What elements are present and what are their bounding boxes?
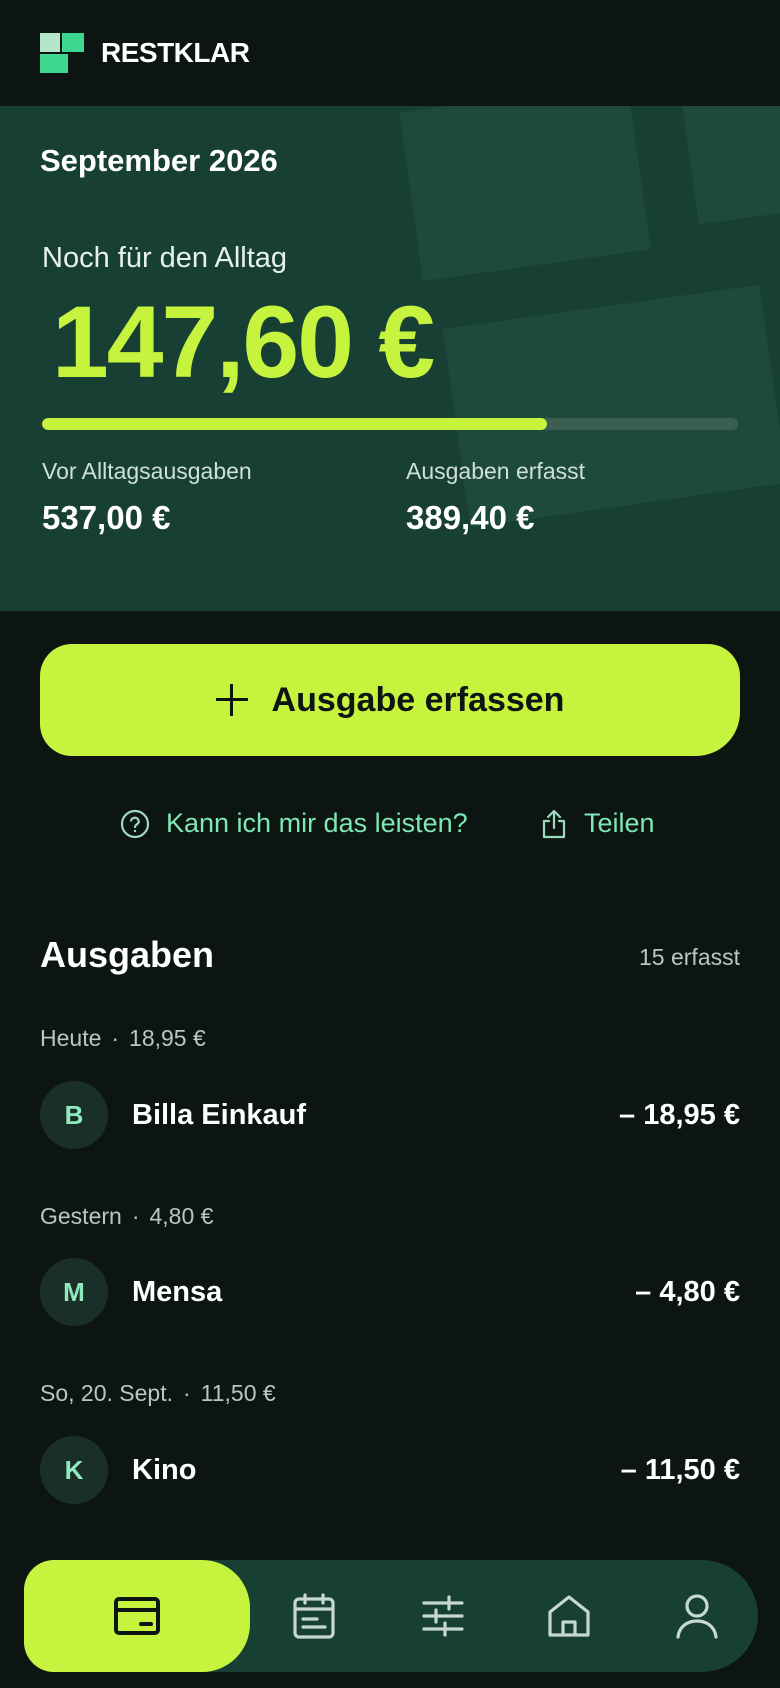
budget-summary: September 2026 Noch für den Alltag 147,6…: [0, 106, 780, 611]
day-label: Gestern: [40, 1203, 122, 1229]
day-total: 11,50 €: [200, 1380, 276, 1406]
decorative-shape: [399, 106, 651, 282]
share-icon: [542, 809, 566, 838]
secondary-actions: Kann ich mir das leisten? Teilen: [0, 800, 780, 850]
expense-row[interactable]: B Billa Einkauf – 18,95 €: [40, 1080, 740, 1150]
user-icon: [676, 1594, 718, 1639]
month-title: September 2026: [40, 143, 278, 178]
expense-amount: – 4,80 €: [635, 1275, 740, 1308]
home-icon: [548, 1595, 590, 1637]
nav-settings[interactable]: [400, 1560, 486, 1672]
nav-calendar[interactable]: [274, 1560, 354, 1672]
separator: ·: [111, 1025, 120, 1051]
day-total: 4,80 €: [149, 1203, 214, 1229]
bottom-navigation: [24, 1560, 758, 1672]
stat-budget-value: 537,00 €: [42, 499, 171, 536]
wallet-icon: [114, 1597, 160, 1635]
budget-progress-bar: [42, 418, 738, 430]
expenses-title: Ausgaben: [40, 934, 215, 975]
calendar-icon: [293, 1593, 335, 1639]
stat-budget: Vor Alltagsausgaben 537,00 €: [42, 458, 252, 537]
logo-icon: [40, 33, 84, 73]
afford-check-label: Kann ich mir das leisten?: [166, 808, 468, 838]
day-group-header: So, 20. Sept. · 11,50 €: [40, 1380, 276, 1407]
avatar: B: [40, 1081, 108, 1149]
nav-wallet[interactable]: [24, 1560, 250, 1672]
remaining-label: Noch für den Alltag: [42, 242, 288, 274]
plus-icon: [215, 684, 248, 716]
nav-profile[interactable]: [654, 1560, 740, 1672]
help-circle-icon: [120, 809, 150, 838]
share-label: Teilen: [584, 808, 655, 838]
add-expense-label: Ausgabe erfassen: [271, 680, 565, 719]
expense-row[interactable]: K Kino – 11,50 €: [40, 1435, 740, 1505]
stat-spent: Ausgaben erfasst 389,40 €: [406, 458, 585, 537]
app-header: RESTKLAR: [0, 0, 780, 106]
stat-spent-value: 389,40 €: [406, 499, 535, 536]
day-group-header: Heute · 18,95 €: [40, 1025, 206, 1052]
afford-check-link[interactable]: Kann ich mir das leisten?: [120, 808, 468, 839]
expenses-count: 15 erfasst: [639, 944, 740, 970]
day-total: 18,95 €: [129, 1025, 206, 1051]
add-expense-button[interactable]: Ausgabe erfassen: [40, 644, 740, 756]
expense-name: Billa Einkauf: [132, 1098, 307, 1131]
budget-progress-fill: [42, 418, 547, 430]
remaining-amount: 147,60 €: [52, 285, 435, 399]
stat-budget-label: Vor Alltagsausgaben: [42, 458, 252, 484]
sliders-icon: [422, 1595, 464, 1637]
expense-name: Kino: [132, 1453, 197, 1486]
expense-amount: – 18,95 €: [619, 1098, 740, 1131]
decorative-shape: [682, 106, 780, 225]
app-brand: RESTKLAR: [101, 37, 250, 68]
nav-home[interactable]: [526, 1560, 612, 1672]
share-link[interactable]: Teilen: [540, 808, 655, 839]
stat-spent-label: Ausgaben erfasst: [406, 458, 586, 484]
expense-row[interactable]: M Mensa – 4,80 €: [40, 1257, 740, 1327]
day-label: Heute: [40, 1025, 102, 1051]
separator: ·: [131, 1203, 140, 1229]
day-group-header: Gestern · 4,80 €: [40, 1203, 213, 1230]
separator: ·: [182, 1380, 191, 1406]
expense-amount: – 11,50 €: [620, 1453, 740, 1486]
avatar: M: [40, 1258, 108, 1326]
day-label: So, 20. Sept.: [40, 1380, 173, 1406]
avatar: K: [40, 1436, 108, 1504]
expense-name: Mensa: [132, 1275, 223, 1308]
